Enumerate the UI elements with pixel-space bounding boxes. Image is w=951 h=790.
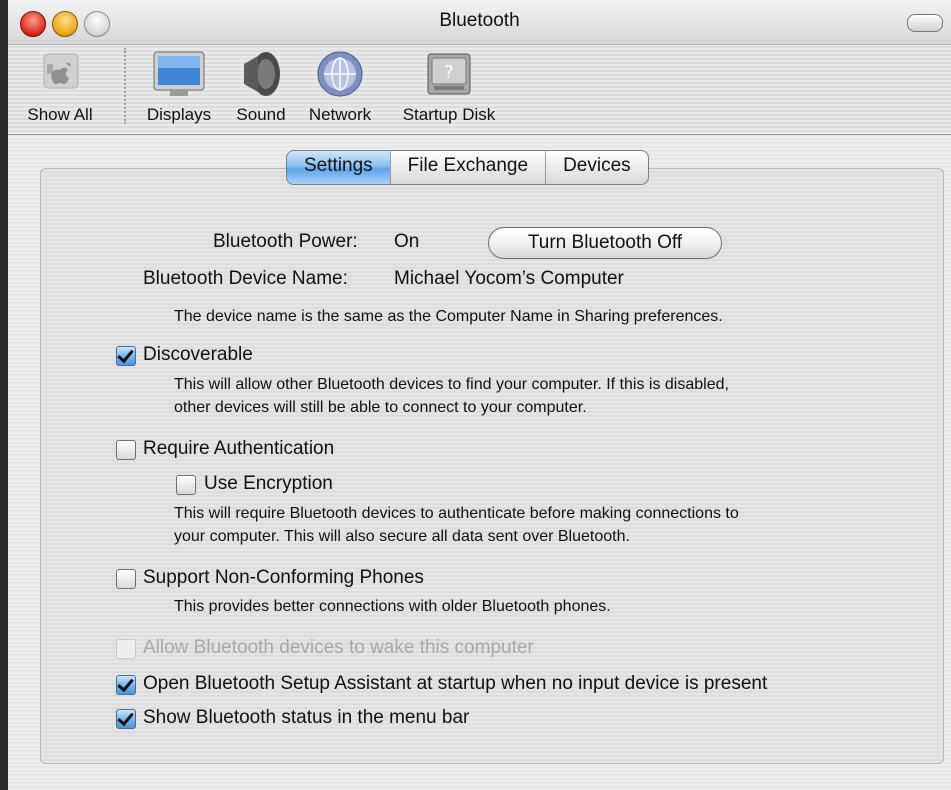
non-conforming-phones-label: Support Non-Conforming Phones <box>143 567 424 588</box>
startup-disk-icon: ? <box>427 53 471 95</box>
speaker-icon <box>244 52 280 96</box>
discoverable-label: Discoverable <box>143 344 253 365</box>
power-label: Bluetooth Power: <box>213 231 358 252</box>
apple-icon <box>43 53 79 89</box>
toolbar-network[interactable]: Network <box>309 50 371 124</box>
allow-wake-label: Allow Bluetooth devices to wake this com… <box>143 637 534 658</box>
window-title: Bluetooth <box>439 10 520 31</box>
encryption-note-2: your computer. This will also secure all… <box>174 528 630 545</box>
discoverable-note-1: This will allow other Bluetooth devices … <box>174 376 729 393</box>
tab-bar: Settings File Exchange Devices <box>286 150 649 185</box>
turn-bluetooth-off-button[interactable]: Turn Bluetooth Off <box>488 227 722 259</box>
require-authentication-checkbox[interactable] <box>116 440 136 460</box>
toolbar-show-all[interactable]: Show All <box>27 50 93 124</box>
non-conforming-note: This provides better connections with ol… <box>174 598 611 615</box>
allow-wake-checkbox <box>116 639 136 659</box>
status-menu-label: Show Bluetooth status in the menu bar <box>143 707 470 728</box>
toolbar-separator <box>124 48 126 124</box>
toolbar-label: Displays <box>146 105 212 124</box>
use-encryption-checkbox[interactable] <box>176 475 196 495</box>
toolbar-toggle-button[interactable] <box>907 14 943 32</box>
title-bar: Bluetooth <box>8 0 951 45</box>
toolbar-sound[interactable]: Sound <box>236 50 286 124</box>
toolbar-displays[interactable]: Displays <box>147 50 211 124</box>
toolbar-label: Network <box>308 105 372 124</box>
device-name-note: The device name is the same as the Compu… <box>174 308 723 325</box>
display-icon <box>153 51 205 96</box>
toolbar-label: Show All <box>27 105 93 124</box>
require-authentication-label: Require Authentication <box>143 438 335 459</box>
power-value: On <box>394 231 420 252</box>
tab-settings[interactable]: Settings <box>287 151 391 184</box>
toolbar-label: Startup Disk <box>402 105 496 124</box>
toolbar-label: Sound <box>236 105 286 124</box>
status-menu-checkbox[interactable] <box>116 709 136 729</box>
setup-assistant-checkbox[interactable] <box>116 675 136 695</box>
discoverable-note-2: other devices will still be able to conn… <box>174 399 587 416</box>
device-name-value: Michael Yocom’s Computer <box>394 268 624 289</box>
preferences-window: Bluetooth Show All Displays Sound Networ… <box>8 0 951 790</box>
use-encryption-label: Use Encryption <box>204 473 333 494</box>
encryption-note-1: This will require Bluetooth devices to a… <box>174 505 739 522</box>
device-name-label: Bluetooth Device Name: <box>143 268 348 289</box>
toolbar-startup-disk[interactable]: ? Startup Disk <box>403 50 495 124</box>
tab-devices[interactable]: Devices <box>546 151 648 184</box>
non-conforming-phones-checkbox[interactable] <box>116 569 136 589</box>
svg-text:?: ? <box>444 62 454 83</box>
setup-assistant-label: Open Bluetooth Setup Assistant at startu… <box>143 673 768 694</box>
tab-file-exchange[interactable]: File Exchange <box>391 151 547 184</box>
network-globe-icon <box>317 51 363 97</box>
discoverable-checkbox[interactable] <box>116 346 136 366</box>
